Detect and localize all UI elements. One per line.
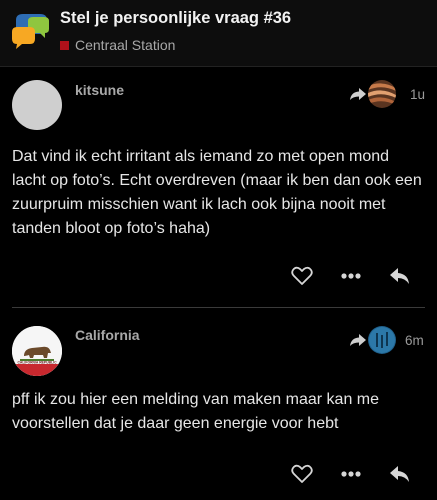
topic-header: Stel je persoonlijke vraag #36 Centraal … [0,0,437,67]
reply-icon [390,268,409,284]
user-avatar[interactable] [12,80,62,130]
reply-button[interactable] [387,462,413,486]
post-body: pff ik zou hier een melding van maken ma… [12,391,380,432]
like-button[interactable] [289,462,315,486]
category-badge[interactable]: Centraal Station [60,37,175,53]
site-logo-icon[interactable] [10,12,52,52]
heart-icon [291,464,313,483]
reply-arrow-icon[interactable] [349,333,367,347]
category-label: Centraal Station [75,37,176,53]
like-button[interactable] [289,264,315,288]
reply-icon [390,466,409,482]
more-dots-icon [341,471,361,477]
category-color-square [60,40,69,50]
reply-to-avatar[interactable] [368,80,396,108]
user-avatar[interactable]: CALIFORNIA REPUBLIC [12,326,62,376]
post: kitsune 1u Dat vind ik echt irritant als… [0,66,437,306]
post-body: Dat vind ik echt irritant als iemand zo … [12,148,422,237]
avatar-flag-text: CALIFORNIA REPUBLIC [17,360,57,364]
post-username[interactable]: kitsune [75,82,124,98]
more-dots-icon [341,273,361,279]
more-options-button[interactable] [338,264,364,288]
reply-arrow-icon[interactable] [349,87,367,101]
post: CALIFORNIA REPUBLIC California 6m pff ik… [0,307,437,500]
post-time[interactable]: 1u [410,87,425,102]
post-username[interactable]: California [75,327,140,343]
more-options-button[interactable] [338,462,364,486]
reply-button[interactable] [387,264,413,288]
california-flag-icon: CALIFORNIA REPUBLIC [12,326,62,376]
reply-to-avatar[interactable] [368,326,396,354]
heart-icon [291,266,313,285]
post-time[interactable]: 6m [405,333,424,348]
topic-title[interactable]: Stel je persoonlijke vraag #36 [60,9,291,28]
